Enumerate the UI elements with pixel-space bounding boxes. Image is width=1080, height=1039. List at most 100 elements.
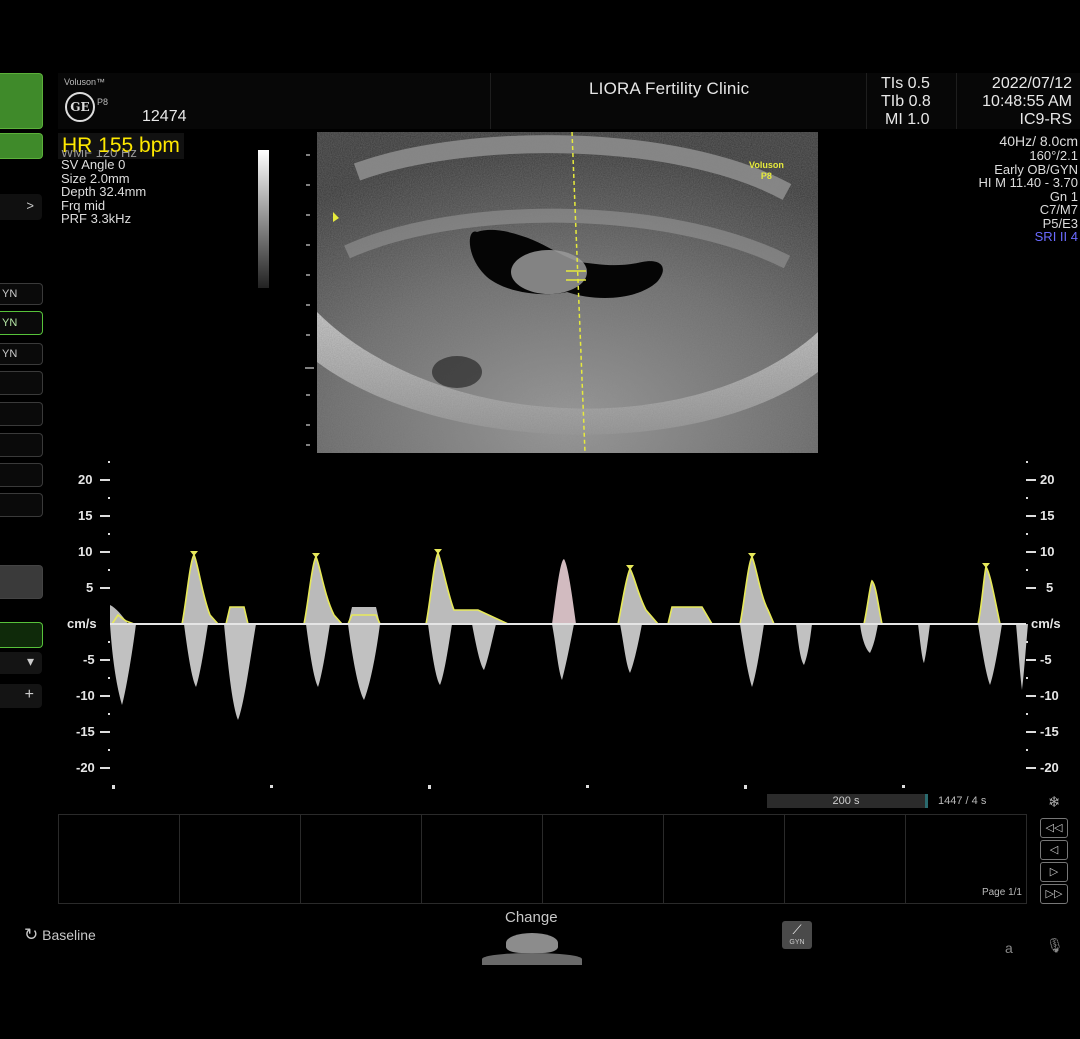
thumbnail-slot[interactable]: Page 1/1 [906,815,1026,903]
image-param-harmonic: HI M 11.40 - 3.70 [978,175,1078,190]
sidebar-decrease[interactable]: ▾ [0,652,42,674]
plus-icon: + [24,686,34,703]
tib-value: TIb 0.8 [881,93,931,110]
image-param-preset: Early OB/GYN [994,161,1078,177]
thumbnail-slot[interactable] [543,815,664,903]
sidebar-button-active[interactable] [0,133,43,159]
y-tick-right-10: 10 [1040,544,1055,559]
sidebar-slot-3[interactable] [0,433,43,457]
probe-name: IC9-RS [1019,111,1072,128]
doppler-param-size: Size 2.0mm [61,170,130,186]
model-name: P8 [97,97,109,107]
thumbnail-slot[interactable] [422,815,543,903]
change-knob-base[interactable] [482,953,582,965]
microphone-icon[interactable]: 🎙 [1046,937,1064,954]
sri-label: SRI II 4 [1034,229,1078,244]
sidebar-panel-top[interactable] [0,73,43,129]
triangle-down-icon: ▾ [26,653,34,669]
doppler-spectrum [100,461,1036,789]
sidebar-panel-green[interactable] [0,622,43,648]
y-tick-right-neg5: -5 [1040,652,1052,667]
y-tick-right-neg20: -20 [1040,760,1059,775]
thumbnail-slot[interactable] [301,815,422,903]
fast-forward-icon[interactable]: ▷▷ [1040,884,1068,904]
cine-frame-label: 1447 / 4 s [938,795,987,807]
sidebar-item-gyn-2[interactable]: YN [0,311,43,335]
sidebar-item-label: YN [2,317,18,329]
gyn-preset-button[interactable]: ⟋ GYN [782,921,812,949]
y-tick-right-5: 5 [1046,580,1054,595]
image-param-pe: P5/E3 [1042,215,1078,231]
thumbnail-strip: Page 1/1 [58,814,1027,904]
refresh-icon: ↻ [24,925,39,944]
image-param-gain: Gn 1 [1049,188,1078,204]
watermark-brand: Voluson [749,160,784,170]
doppler-param-prf: PRF 3.3kHz [61,211,132,226]
image-param-freq: 40Hz/ 8.0cm [999,133,1078,149]
y-tick-left-neg5: -5 [83,652,95,667]
watermark-model: P8 [760,171,772,181]
change-label: Change [505,909,558,926]
sidebar-item-gyn-3[interactable]: YN [0,343,43,365]
exam-time: 10:48:55 AM [982,93,1072,110]
baseline-label: Baseline [42,927,96,943]
y-tick-left-10: 10 [78,544,93,559]
y-unit-left: cm/s [67,616,97,631]
image-param-angle: 160°/2.1 [1029,148,1078,163]
change-knob-top[interactable] [506,933,558,953]
step-back-icon[interactable]: ◁ [1040,840,1068,860]
y-tick-left-neg10: -10 [76,688,95,703]
thumbnail-slot[interactable] [180,815,301,903]
baseline-button[interactable]: ↻ Baseline [24,925,96,945]
rewind-icon[interactable]: ◁◁ [1040,818,1068,838]
sidebar-item-label: YN [2,288,18,300]
thumbnail-slot[interactable] [59,815,180,903]
thumbnail-slot[interactable] [664,815,785,903]
grayscale-bar [258,150,269,288]
y-tick-left-neg20: -20 [76,760,95,775]
mi-value: MI 1.0 [885,111,930,128]
step-forward-icon[interactable]: ▷ [1040,862,1068,882]
y-tick-right-neg10: -10 [1040,688,1059,703]
sidebar-panel-gray[interactable] [0,565,43,599]
clinic-name: LIORA Fertility Clinic [589,79,750,98]
doppler-param-angle: SV Angle 0 [61,157,126,172]
sidebar-slot-5[interactable] [0,493,43,517]
gyn-label: GYN [789,939,805,946]
y-unit-right: cm/s [1031,616,1061,631]
tis-value: TIs 0.5 [881,75,930,92]
brand-name: Voluson™ [64,77,106,87]
chevron-right-icon: > [26,198,34,213]
sidebar-slot-1[interactable] [0,371,43,395]
sidebar-slot-2[interactable] [0,402,43,426]
doppler-param-frq: Frq mid [61,197,106,213]
sidebar-item-label: YN [2,348,18,360]
ultrasound-image [317,132,818,453]
y-tick-left-5: 5 [86,580,94,595]
keyboard-a-label: a [1005,940,1013,956]
y-tick-right-neg15: -15 [1040,724,1059,739]
settings-gear-icon[interactable]: ❄ [1048,793,1061,811]
sidebar-item-gyn-1[interactable]: YN [0,283,43,305]
y-tick-right-20: 20 [1040,472,1055,487]
image-watermark: Voluson P8 [749,160,784,182]
patient-id: 12474 [142,108,187,125]
exam-date: 2022/07/12 [991,75,1072,92]
image-param-cm: C7/M7 [1039,202,1078,217]
y-tick-left-15: 15 [78,508,93,523]
image-params: 40Hz/ 8.0cm 160°/2.1 Early OB/GYN HI M 1… [878,134,1078,244]
sidebar-slot-4[interactable] [0,463,43,487]
sidebar-increase[interactable]: + [0,684,42,708]
y-tick-right-15: 15 [1040,508,1055,523]
doppler-params: WMF 120 Hz SV Angle 0 Size 2.0mm Depth 3… [61,150,146,226]
y-tick-left-20: 20 [78,472,93,487]
doppler-param-depth: Depth 32.4mm [61,184,147,199]
ge-logo-icon: GE [65,92,95,122]
thumbnail-slot[interactable] [785,815,906,903]
probe-icon: ⟋ [792,922,802,937]
cine-progress-bar[interactable]: 200 s [767,794,928,808]
sidebar-item-expand[interactable]: > [0,194,42,220]
y-tick-left-neg15: -15 [76,724,95,739]
page-indicator: Page 1/1 [981,887,1022,898]
cine-time-label: 200 s [832,795,860,807]
